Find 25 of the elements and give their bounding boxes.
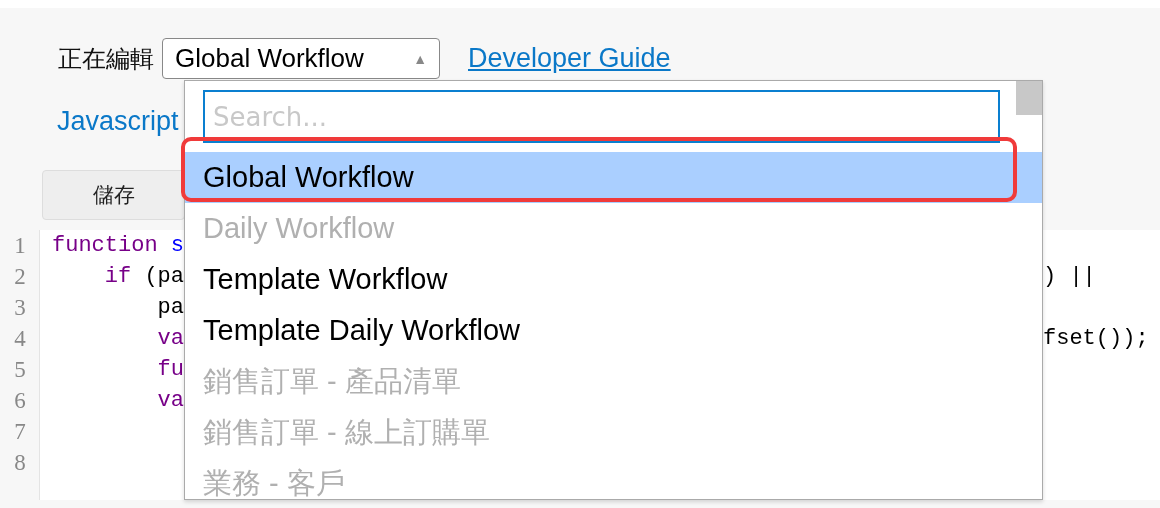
code-text: fu (156, 357, 185, 382)
code-text: va (156, 388, 185, 413)
code-text: pa (156, 295, 185, 320)
dropdown-option[interactable]: Template Workflow (185, 254, 1042, 305)
line-number: 6 (13, 387, 27, 415)
line-number: 3 (13, 294, 27, 322)
scrollbar-thumb[interactable] (1016, 81, 1042, 115)
workflow-select[interactable]: Global Workflow ▲ (162, 38, 440, 79)
editing-label: 正在編輯 (58, 43, 154, 75)
save-button[interactable]: 儲存 (42, 170, 185, 220)
developer-guide-link[interactable]: Developer Guide (468, 43, 671, 74)
code-text: va (156, 326, 185, 351)
line-number: 1 (13, 232, 27, 260)
line-number: 2 (13, 263, 27, 291)
line-number: 7 (13, 418, 27, 446)
code-text: fset()); (1043, 326, 1149, 351)
line-number: 4 (13, 325, 27, 353)
code-text: if (pa (103, 264, 185, 289)
dropdown-option[interactable]: Template Daily Workflow (185, 305, 1042, 356)
line-number: 8 (13, 449, 27, 477)
javascript-link[interactable]: Javascript (57, 106, 179, 136)
code-text: ) || (1043, 264, 1096, 289)
line-number: 5 (13, 356, 27, 384)
code-text: function s (52, 233, 185, 258)
dropdown-option[interactable]: Global Workflow (185, 152, 1042, 203)
